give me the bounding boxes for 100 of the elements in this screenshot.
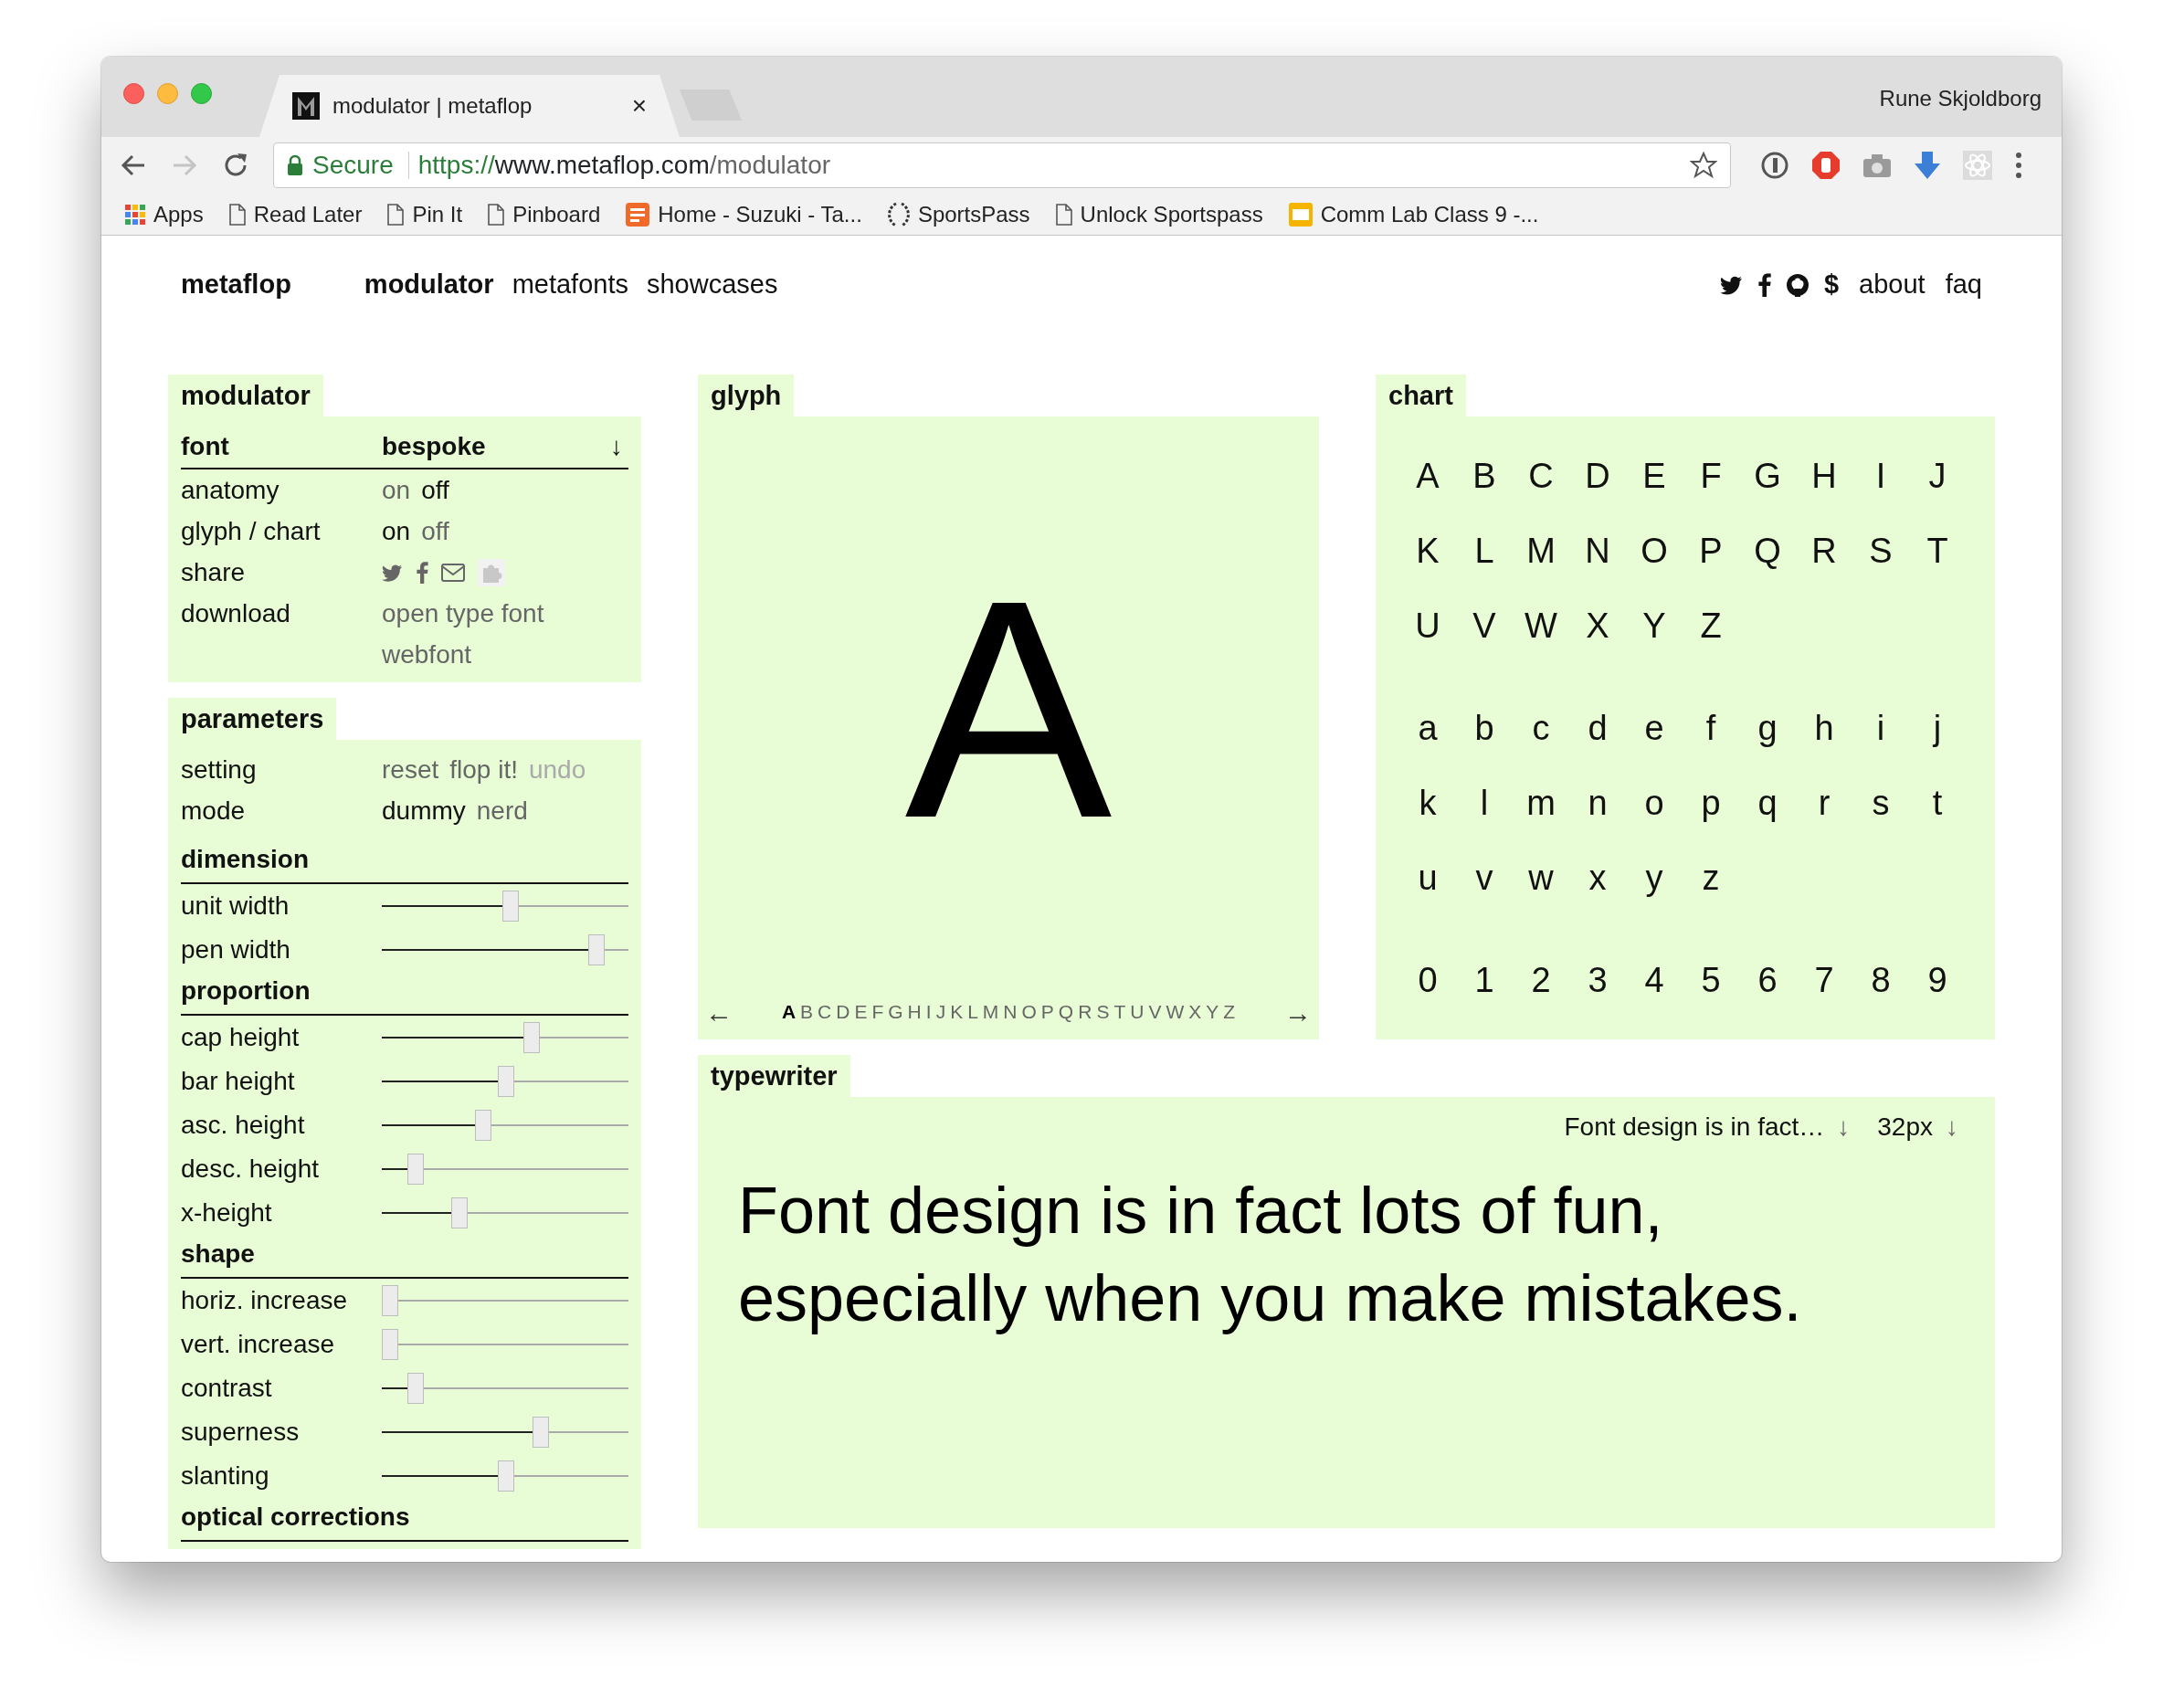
glyph-link[interactable]: A	[781, 997, 797, 1027]
glyph-character[interactable]: Z	[1683, 588, 1739, 663]
glyph-link[interactable]: E	[854, 997, 868, 1027]
glyph-link[interactable]: K	[950, 997, 964, 1027]
glyph-character[interactable]: e	[1626, 691, 1683, 765]
slider-thumb[interactable]	[533, 1417, 549, 1448]
glyph-link[interactable]: F	[871, 997, 884, 1027]
glyph-character[interactable]: R	[1796, 513, 1852, 588]
glyph-character[interactable]: 3	[1569, 943, 1626, 1017]
envelope-icon[interactable]	[441, 563, 465, 582]
slider-thumb[interactable]	[382, 1329, 398, 1360]
glyph-character[interactable]: C	[1513, 438, 1569, 513]
glyph-character[interactable]: g	[1739, 691, 1796, 765]
font-select[interactable]: bespoke	[382, 427, 486, 466]
glyph-character[interactable]: v	[1456, 840, 1513, 915]
glyph-character[interactable]: X	[1569, 588, 1626, 663]
glyph-character[interactable]: O	[1626, 513, 1683, 588]
bird-icon[interactable]	[1719, 274, 1744, 296]
slider-thumb[interactable]	[498, 1460, 514, 1492]
glyph-character[interactable]: c	[1513, 691, 1569, 765]
glyph-link[interactable]: W	[1166, 997, 1185, 1027]
toggle-option[interactable]: off	[421, 470, 449, 510]
glyph-link[interactable]: R	[1078, 997, 1092, 1027]
glyph-character[interactable]: 2	[1513, 943, 1569, 1017]
bookmark-link[interactable]: Read Later	[253, 197, 363, 231]
slider-thumb[interactable]	[475, 1110, 491, 1141]
glyph-character[interactable]: 6	[1739, 943, 1796, 1017]
glyph-character[interactable]: u	[1399, 840, 1456, 915]
glyph-character[interactable]: P	[1683, 513, 1739, 588]
glyph-character[interactable]: k	[1399, 765, 1456, 840]
glyph-character[interactable]: G	[1739, 438, 1796, 513]
glyph-character[interactable]: z	[1683, 840, 1739, 915]
glyph-character[interactable]: E	[1626, 438, 1683, 513]
glyph-link[interactable]: Z	[1223, 997, 1236, 1027]
glyph-character[interactable]: Y	[1626, 588, 1683, 663]
camera-icon[interactable]	[1862, 153, 1892, 178]
dropdown-arrow[interactable]: ↓	[610, 427, 623, 466]
glyph-character[interactable]: S	[1852, 513, 1909, 588]
glyph-character[interactable]: M	[1513, 513, 1569, 588]
puzzle-icon[interactable]	[478, 558, 505, 586]
glyph-character[interactable]: K	[1399, 513, 1456, 588]
glyph-link[interactable]: M	[982, 997, 999, 1027]
glyph-character[interactable]: w	[1513, 840, 1569, 915]
glyph-link[interactable]: P	[1040, 997, 1054, 1027]
glyph-character[interactable]: T	[1909, 513, 1966, 588]
glyph-character[interactable]: 9	[1909, 943, 1966, 1017]
bookmark-link[interactable]: Unlock Sportspass	[1080, 197, 1263, 231]
slider-thumb[interactable]	[407, 1373, 424, 1404]
glyph-character[interactable]: r	[1796, 765, 1852, 840]
slider-thumb[interactable]	[382, 1285, 398, 1316]
glyph-link[interactable]: Y	[1206, 997, 1219, 1027]
slider-thumb[interactable]	[523, 1022, 540, 1053]
glyph-character[interactable]: A	[1399, 438, 1456, 513]
slider-thumb[interactable]	[407, 1154, 424, 1185]
dropdown-arrow[interactable]: ↓	[1837, 1108, 1851, 1146]
glyph-character[interactable]: o	[1626, 765, 1683, 840]
star-icon[interactable]	[1690, 152, 1717, 179]
slider-thumb[interactable]	[451, 1197, 468, 1228]
site-logo[interactable]: metaflop	[181, 265, 291, 305]
glyph-character[interactable]: 1	[1456, 943, 1513, 1017]
glyph-character[interactable]: h	[1796, 691, 1852, 765]
glyph-link[interactable]: U	[1130, 997, 1145, 1027]
glyph-character[interactable]: B	[1456, 438, 1513, 513]
glyph-character[interactable]: 7	[1796, 943, 1852, 1017]
glyph-link[interactable]: H	[907, 997, 922, 1027]
browser-tab[interactable]: modulator | metaflop ×	[259, 75, 680, 137]
toggle-option[interactable]: dummy	[382, 791, 466, 830]
slider-thumb[interactable]	[588, 934, 605, 965]
download-link[interactable]: webfont	[382, 635, 472, 674]
glyph-character[interactable]: b	[1456, 691, 1513, 765]
atom-icon[interactable]	[1963, 151, 1992, 180]
glyph-character[interactable]: y	[1626, 840, 1683, 915]
slider-thumb[interactable]	[502, 891, 519, 922]
glyph-character[interactable]: 4	[1626, 943, 1683, 1017]
glyph-character[interactable]: L	[1456, 513, 1513, 588]
next-arrow[interactable]: →	[1284, 991, 1312, 1033]
glyph-character[interactable]: q	[1739, 765, 1796, 840]
glyph-link[interactable]: D	[836, 997, 850, 1027]
glyph-link[interactable]: C	[818, 997, 832, 1027]
glyph-character[interactable]: x	[1569, 840, 1626, 915]
glyph-character[interactable]: n	[1569, 765, 1626, 840]
glyph-character[interactable]: d	[1569, 691, 1626, 765]
glyph-character[interactable]: s	[1852, 765, 1909, 840]
glyph-link[interactable]: X	[1188, 997, 1202, 1027]
bookmark-link[interactable]: Apps	[153, 197, 204, 231]
bookmark-link[interactable]: SportsPass	[917, 197, 1030, 231]
close-window-button[interactable]	[123, 83, 144, 104]
tab-close-button[interactable]: ×	[631, 87, 647, 125]
download-link[interactable]: open type font	[382, 594, 544, 633]
glyph-link[interactable]: L	[967, 997, 978, 1027]
glyph-character[interactable]: i	[1852, 691, 1909, 765]
nav-link[interactable]: faq	[1945, 265, 1982, 305]
address-bar[interactable]: Secure https://www.metaflop.com/modulator	[273, 142, 1731, 188]
zoom-window-button[interactable]	[191, 83, 212, 104]
bookmark-link[interactable]: Pin It	[412, 197, 463, 231]
download-arrow-icon[interactable]	[1914, 151, 1941, 180]
github-icon[interactable]	[1785, 273, 1810, 297]
glyph-link[interactable]: B	[800, 997, 814, 1027]
glyph-character[interactable]: Q	[1739, 513, 1796, 588]
nav-link[interactable]: modulator	[364, 265, 494, 305]
